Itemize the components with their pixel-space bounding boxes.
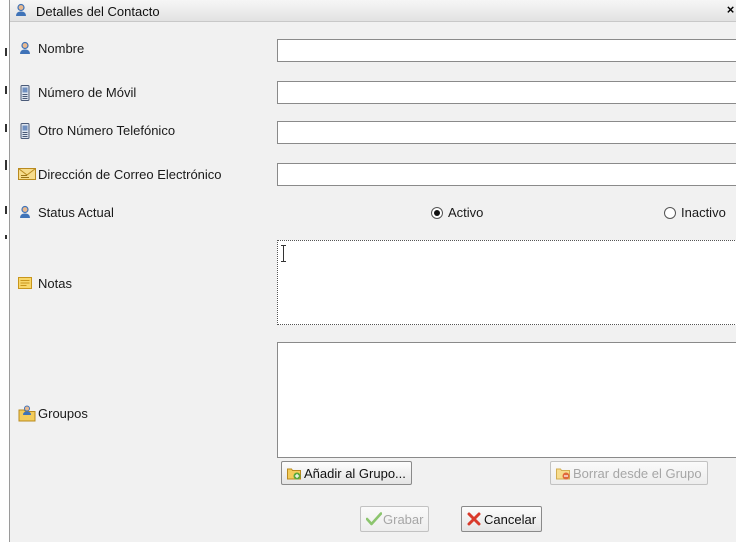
close-button[interactable]: × [724, 3, 736, 17]
edge-marker [5, 86, 7, 94]
title-bar[interactable]: Detalles del Contacto × [10, 0, 736, 22]
phone-icon [18, 85, 32, 101]
other-phone-input[interactable] [277, 121, 736, 144]
email-label: Dirección de Correo Electrónico [38, 166, 222, 182]
groups-row-label: Groupos [18, 403, 88, 423]
notes-label: Notas [38, 275, 72, 291]
envelope-icon [18, 167, 36, 181]
name-input[interactable] [277, 39, 736, 62]
other-phone-row-label: Otro Número Telefónico [18, 120, 175, 140]
text-cursor [281, 245, 286, 262]
folder-person-icon [18, 404, 36, 422]
window-title: Detalles del Contacto [36, 4, 160, 19]
name-row-label: Nombre [18, 38, 84, 58]
contact-details-dialog: Detalles del Contacto × Nombre Número de… [9, 0, 736, 542]
notes-textarea[interactable] [277, 240, 736, 325]
other-phone-label: Otro Número Telefónico [38, 122, 176, 138]
phone-icon [18, 123, 32, 139]
radio-circle-checked[interactable] [431, 206, 443, 219]
edge-marker [5, 160, 7, 170]
cancel-button[interactable]: Cancelar [461, 506, 543, 532]
status-inactive-label: Inactivo [681, 205, 726, 220]
groups-list[interactable] [277, 342, 736, 458]
edge-marker [5, 124, 7, 132]
mobile-label: Número de Móvil [38, 84, 137, 100]
notes-row-label: Notas [18, 273, 72, 293]
email-row-label: Dirección de Correo Electrónico [18, 164, 222, 184]
person-icon [18, 41, 32, 55]
add-to-group-button[interactable]: Añadir al Grupo... [281, 461, 412, 485]
remove-from-group-label: Borrar desde el Grupo [573, 465, 702, 481]
cancel-label: Cancelar [484, 511, 537, 527]
status-active-label: Activo [448, 205, 484, 220]
edge-marker [5, 48, 7, 56]
status-row-label: Status Actual [18, 202, 114, 222]
checkmark-icon [365, 512, 383, 526]
folder-add-icon [287, 466, 301, 480]
person-icon [18, 205, 32, 219]
person-icon [14, 3, 28, 17]
folder-remove-icon [556, 466, 570, 480]
status-label: Status Actual [38, 204, 114, 220]
status-inactive-radio[interactable]: Inactivo [664, 205, 726, 220]
groups-label: Groupos [38, 405, 88, 421]
background-window-edge [0, 0, 8, 542]
status-active-radio[interactable]: Activo [431, 205, 483, 220]
mobile-row-label: Número de Móvil [18, 82, 136, 102]
add-to-group-label: Añadir al Grupo... [304, 465, 406, 481]
mobile-input[interactable] [277, 81, 736, 104]
edge-marker [5, 235, 7, 239]
note-icon [18, 276, 32, 290]
radio-circle[interactable] [664, 206, 676, 219]
x-icon [467, 512, 481, 526]
edge-marker [5, 206, 7, 214]
save-label: Grabar [383, 511, 424, 527]
save-button[interactable]: Grabar [360, 506, 430, 532]
name-label: Nombre [38, 40, 85, 56]
remove-from-group-button[interactable]: Borrar desde el Grupo [550, 461, 708, 485]
email-input[interactable] [277, 163, 736, 186]
